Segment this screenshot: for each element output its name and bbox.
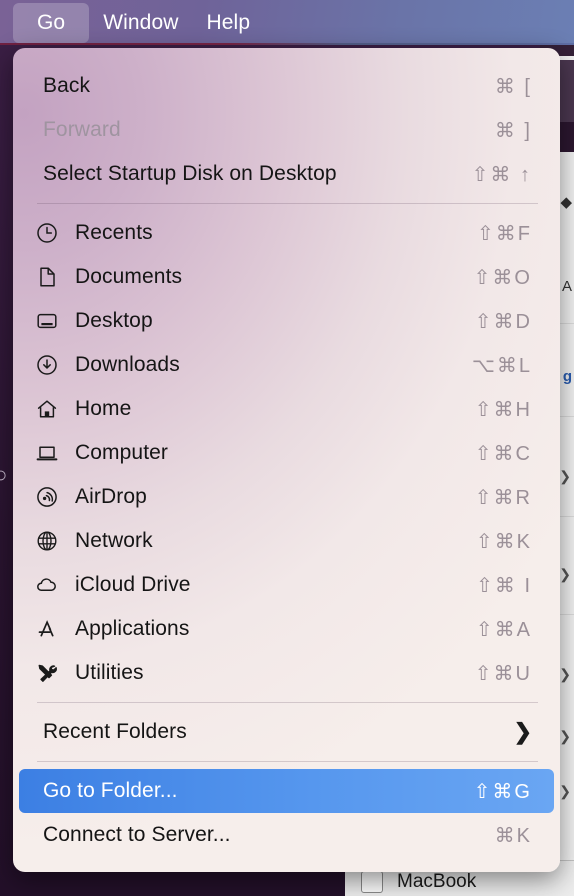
go-menu-dropdown: Back ⌘ [ Forward ⌘ ] Select Startup Disk… <box>13 48 560 872</box>
menu-item-shortcut: ⇧⌘U <box>474 662 532 685</box>
menu-item-shortcut: ⇧⌘K <box>475 530 532 553</box>
document-icon <box>35 264 65 290</box>
menu-item-label: AirDrop <box>75 485 147 508</box>
menu-item-shortcut: ⇧⌘ ↑ <box>471 163 532 186</box>
cloud-icon <box>35 572 65 598</box>
menu-item-shortcut: ⇧⌘G <box>473 780 532 803</box>
menu-item-network[interactable]: Network ⇧⌘K <box>19 519 554 563</box>
menu-item-desktop[interactable]: Desktop ⇧⌘D <box>19 299 554 343</box>
menu-item-label: Recent Folders <box>43 720 187 743</box>
menu-item-back[interactable]: Back ⌘ [ <box>19 64 554 108</box>
desktop-icon <box>35 308 65 334</box>
menubar-item-window[interactable]: Window <box>89 5 192 41</box>
chevron-right-icon: ❯ <box>559 566 571 582</box>
download-icon <box>35 352 65 378</box>
network-globe-icon <box>35 528 65 554</box>
menu-item-shortcut: ⌘K <box>494 824 532 847</box>
menu-item-shortcut: ⇧⌘R <box>474 486 532 509</box>
menu-item-label: Downloads <box>75 353 180 376</box>
menubar-item-help[interactable]: Help <box>193 5 265 41</box>
menu-item-label: iCloud Drive <box>75 573 191 596</box>
menu-item-shortcut: ⇧⌘A <box>475 618 532 641</box>
menu-bar: Go Window Help <box>0 0 574 45</box>
menu-item-applications[interactable]: Applications ⇧⌘A <box>19 607 554 651</box>
menu-item-shortcut: ⇧⌘H <box>474 398 532 421</box>
menu-item-label: Connect to Server... <box>43 823 231 846</box>
chevron-right-icon: ❯ <box>559 728 571 744</box>
menu-item-connect-to-server[interactable]: Connect to Server... ⌘K <box>19 813 554 857</box>
menu-item-label: Network <box>75 529 153 552</box>
background-glyph: A <box>561 278 572 295</box>
menu-item-label: Recents <box>75 221 153 244</box>
clock-icon <box>35 220 65 246</box>
menu-item-utilities[interactable]: Utilities ⇧⌘U <box>19 651 554 695</box>
menu-item-label: Desktop <box>75 309 153 332</box>
menu-item-downloads[interactable]: Downloads ⌥⌘L <box>19 343 554 387</box>
menu-item-icloud-drive[interactable]: iCloud Drive ⇧⌘ I <box>19 563 554 607</box>
menu-item-go-to-folder[interactable]: Go to Folder... ⇧⌘G <box>19 769 554 813</box>
checkbox-icon[interactable] <box>361 871 383 893</box>
airdrop-icon <box>35 484 65 510</box>
menu-item-shortcut: ⌘ [ <box>494 75 532 98</box>
background-row-label: MacBook <box>397 871 477 892</box>
chevron-right-icon: ❯ <box>559 666 571 682</box>
menu-item-shortcut: ⇧⌘O <box>473 266 532 289</box>
menu-item-shortcut: ⇧⌘C <box>474 442 532 465</box>
menu-item-label: Forward <box>43 118 121 141</box>
menu-item-documents[interactable]: Documents ⇧⌘O <box>19 255 554 299</box>
menu-separator <box>37 702 538 703</box>
home-icon <box>35 396 65 422</box>
chevron-right-icon: ❯ <box>513 719 532 744</box>
menu-item-recents[interactable]: Recents ⇧⌘F <box>19 211 554 255</box>
menubar-item-go[interactable]: Go <box>13 2 90 43</box>
menu-item-label: Computer <box>75 441 169 464</box>
menu-item-label: Applications <box>75 617 190 640</box>
chevron-right-icon: ❯ <box>559 783 571 799</box>
menu-item-computer[interactable]: Computer ⇧⌘C <box>19 431 554 475</box>
menu-item-label: Go to Folder... <box>43 779 178 802</box>
menu-item-label: Back <box>43 74 91 97</box>
chevron-right-icon: ❯ <box>559 468 571 484</box>
menu-item-home[interactable]: Home ⇧⌘H <box>19 387 554 431</box>
menu-item-select-startup-disk[interactable]: Select Startup Disk on Desktop ⇧⌘ ↑ <box>19 152 554 196</box>
menu-separator <box>37 761 538 762</box>
menu-item-airdrop[interactable]: AirDrop ⇧⌘R <box>19 475 554 519</box>
menu-item-label: Utilities <box>75 661 144 684</box>
menu-item-label: Documents <box>75 265 183 288</box>
applications-icon <box>35 616 65 642</box>
background-left-glyph: ○ <box>0 462 8 487</box>
menu-item-shortcut: ⇧⌘D <box>474 310 532 333</box>
background-glyph: g <box>562 368 572 385</box>
menu-item-label: Home <box>75 397 132 420</box>
menu-separator <box>37 203 538 204</box>
menu-item-forward: Forward ⌘ ] <box>19 108 554 152</box>
computer-icon <box>35 440 65 466</box>
menu-item-shortcut: ⇧⌘ I <box>476 574 532 597</box>
menu-item-shortcut: ⇧⌘F <box>477 222 532 245</box>
menu-item-recent-folders[interactable]: Recent Folders ❯ <box>19 710 554 754</box>
utilities-icon <box>35 660 65 686</box>
menu-item-label: Select Startup Disk on Desktop <box>43 162 337 185</box>
background-glyph: ◆ <box>560 194 572 211</box>
menu-item-shortcut: ⌥⌘L <box>471 354 532 377</box>
menu-item-shortcut: ⌘ ] <box>494 119 532 142</box>
